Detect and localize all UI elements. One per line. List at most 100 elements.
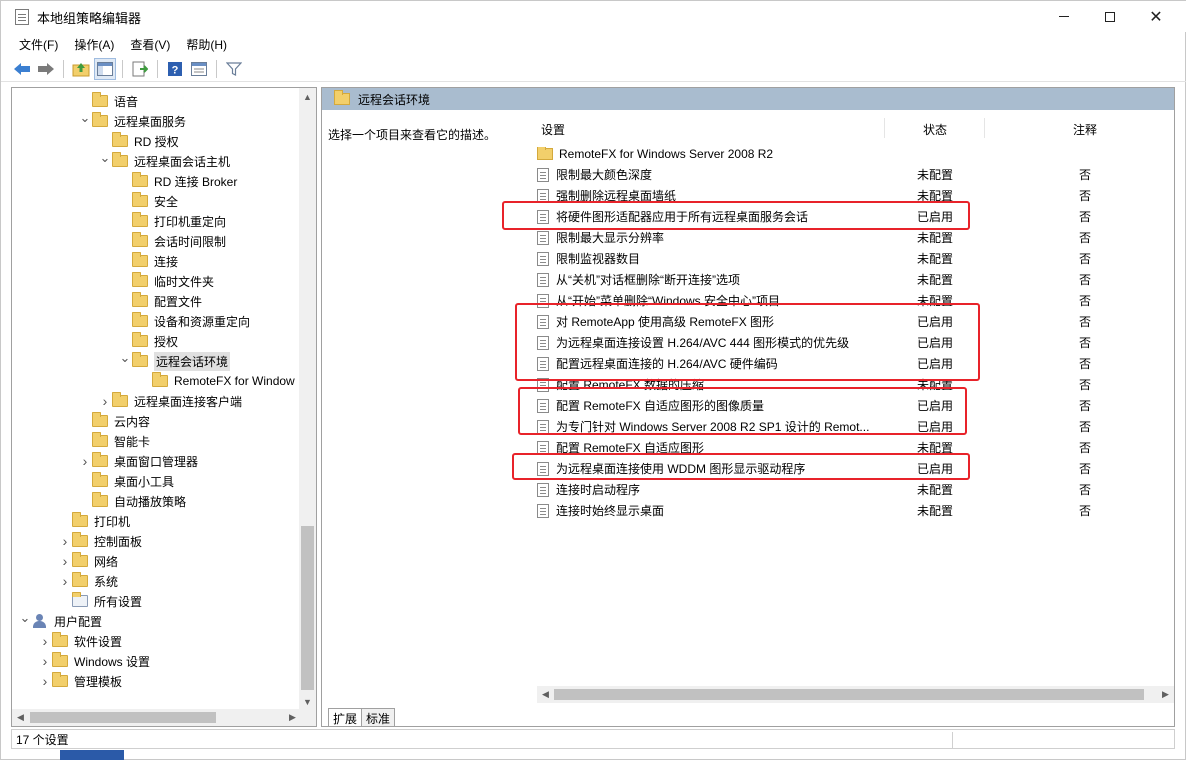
tree-pane[interactable]: ▲ ▼ ◀ ▶ 语音 ⌄ 远程桌面服务 RD 授权 ⌄ 远程桌面会话主机 RD 连接 Bro… bbox=[11, 87, 317, 727]
chevron-right-icon[interactable]: › bbox=[38, 673, 52, 689]
folder-icon bbox=[72, 532, 88, 547]
tree-item[interactable]: › Windows 设置 bbox=[38, 651, 150, 671]
setting-note: 否 bbox=[1079, 399, 1092, 413]
tree-item-label: 打印机重定向 bbox=[154, 214, 227, 229]
tree-item[interactable]: › 远程桌面连接客户端 bbox=[98, 391, 242, 411]
tree-item[interactable]: RD 连接 Broker bbox=[118, 171, 237, 191]
column-header-state[interactable]: 状态 bbox=[923, 121, 947, 138]
chevron-right-icon[interactable]: › bbox=[58, 533, 72, 549]
close-button[interactable]: ✕ bbox=[1133, 1, 1179, 32]
scroll-left-icon[interactable]: ◀ bbox=[537, 686, 554, 703]
chevron-right-icon[interactable]: › bbox=[38, 653, 52, 669]
tab-standard[interactable]: 标准 bbox=[361, 708, 396, 726]
tree-item[interactable]: ⌄ 远程桌面服务 bbox=[78, 110, 186, 131]
tree-item[interactable]: 智能卡 bbox=[78, 431, 150, 451]
tree-item-label: Windows 设置 bbox=[74, 654, 151, 669]
list-folder-row[interactable]: RemoteFX for Windows Server 2008 R2 bbox=[537, 143, 1167, 164]
menu-action[interactable]: 操作(A) bbox=[66, 33, 122, 54]
scroll-down-icon[interactable]: ▼ bbox=[299, 693, 316, 710]
back-button[interactable] bbox=[11, 58, 33, 80]
tree-item[interactable]: 云内容 bbox=[78, 411, 150, 431]
menu-file[interactable]: 文件(F) bbox=[11, 33, 66, 54]
description-text: 选择一个项目来查看它的描述。 bbox=[328, 128, 497, 142]
folder-icon bbox=[132, 252, 148, 267]
tree-item[interactable]: 会话时间限制 bbox=[118, 231, 226, 251]
tree-item[interactable]: 连接 bbox=[118, 251, 178, 271]
setting-row[interactable]: 连接时启动程序 未配置 否 bbox=[537, 479, 1167, 500]
maximize-button[interactable] bbox=[1087, 1, 1133, 32]
up-level-button[interactable] bbox=[70, 58, 92, 80]
chevron-down-icon[interactable]: ⌄ bbox=[18, 610, 32, 626]
help-button[interactable]: ? bbox=[164, 58, 186, 80]
tree-item[interactable]: 设备和资源重定向 bbox=[118, 311, 250, 331]
export-list-button[interactable] bbox=[129, 58, 151, 80]
setting-row[interactable]: 从“关机”对话框删除“断开连接”选项 未配置 否 bbox=[537, 269, 1167, 290]
tree-item[interactable]: RemoteFX for Window bbox=[138, 371, 295, 391]
scroll-left-icon[interactable]: ◀ bbox=[12, 709, 29, 726]
scroll-up-icon[interactable]: ▲ bbox=[299, 88, 316, 105]
tree-item[interactable]: ⌄ 远程会话环境 bbox=[118, 350, 231, 371]
setting-row[interactable]: 限制最大颜色深度 未配置 否 bbox=[537, 164, 1167, 185]
tree-item[interactable]: 语音 bbox=[78, 91, 138, 111]
tree-item[interactable]: › 软件设置 bbox=[38, 631, 122, 651]
chevron-right-icon[interactable]: › bbox=[58, 573, 72, 589]
chevron-down-icon[interactable]: ⌄ bbox=[78, 110, 92, 126]
tree-horizontal-scrollbar[interactable]: ◀ ▶ bbox=[12, 709, 301, 726]
chevron-right-icon[interactable]: › bbox=[98, 393, 112, 409]
setting-row[interactable]: 限制最大显示分辨率 未配置 否 bbox=[537, 227, 1167, 248]
tree-item[interactable]: 临时文件夹 bbox=[118, 271, 214, 291]
setting-row[interactable]: 连接时始终显示桌面 未配置 否 bbox=[537, 500, 1167, 521]
policy-setting-icon bbox=[537, 482, 549, 497]
tab-extended[interactable]: 扩展 bbox=[328, 708, 363, 726]
tree-item[interactable]: 授权 bbox=[118, 331, 178, 351]
tree-item[interactable]: 所有设置 bbox=[58, 591, 142, 611]
tree-item[interactable]: › 桌面窗口管理器 bbox=[78, 451, 198, 471]
tree-item-label: 智能卡 bbox=[114, 434, 151, 449]
tree-item[interactable]: RD 授权 bbox=[98, 131, 179, 151]
tree-item[interactable]: 安全 bbox=[118, 191, 178, 211]
scroll-thumb[interactable] bbox=[30, 712, 216, 723]
scroll-right-icon[interactable]: ▶ bbox=[1157, 686, 1174, 703]
menu-view[interactable]: 查看(V) bbox=[122, 33, 178, 54]
chevron-right-icon[interactable]: › bbox=[38, 633, 52, 649]
tree-item[interactable]: › 系统 bbox=[58, 571, 118, 591]
details-horizontal-scrollbar[interactable]: ◀ ▶ bbox=[537, 686, 1174, 703]
setting-state: 未配置 bbox=[917, 168, 954, 182]
tree-item[interactable]: 桌面小工具 bbox=[78, 471, 174, 491]
column-divider[interactable] bbox=[884, 118, 885, 138]
column-divider[interactable] bbox=[984, 118, 985, 138]
tree-item[interactable]: ⌄ 用户配置 bbox=[18, 610, 102, 631]
tree-item-label: 打印机 bbox=[94, 514, 131, 529]
chevron-right-icon[interactable]: › bbox=[78, 453, 92, 469]
tree-vertical-scrollbar[interactable]: ▲ ▼ bbox=[299, 88, 316, 710]
column-header-note[interactable]: 注释 bbox=[1073, 121, 1097, 138]
forward-button[interactable] bbox=[35, 58, 57, 80]
chevron-right-icon[interactable]: › bbox=[58, 553, 72, 569]
setting-row[interactable]: 限制监视器数目 未配置 否 bbox=[537, 248, 1167, 269]
tree-item[interactable]: ⌄ 远程桌面会话主机 bbox=[98, 150, 230, 171]
tree-item-label: 系统 bbox=[94, 574, 119, 589]
tree-item[interactable]: › 管理模板 bbox=[38, 671, 122, 691]
tree-item[interactable]: 配置文件 bbox=[118, 291, 202, 311]
tree-item[interactable]: 自动播放策略 bbox=[78, 491, 186, 511]
setting-label: 限制监视器数目 bbox=[556, 252, 641, 266]
setting-state: 未配置 bbox=[917, 504, 954, 518]
menu-help[interactable]: 帮助(H) bbox=[178, 33, 235, 54]
tree-item[interactable]: 打印机 bbox=[58, 511, 130, 531]
minimize-button[interactable] bbox=[1041, 1, 1087, 32]
column-header-setting[interactable]: 设置 bbox=[541, 121, 565, 138]
folder-icon bbox=[52, 632, 68, 647]
show-hide-tree-button[interactable] bbox=[94, 57, 116, 80]
filter-button[interactable] bbox=[223, 58, 245, 80]
tree-item[interactable]: 打印机重定向 bbox=[118, 211, 226, 231]
folder-icon bbox=[112, 392, 128, 407]
properties-button[interactable] bbox=[188, 58, 210, 80]
folder-icon bbox=[92, 432, 108, 447]
tree-item[interactable]: › 网络 bbox=[58, 551, 118, 571]
tree-item[interactable]: › 控制面板 bbox=[58, 531, 142, 551]
scroll-thumb[interactable] bbox=[301, 526, 314, 690]
scroll-thumb[interactable] bbox=[554, 689, 1144, 700]
chevron-down-icon[interactable]: ⌄ bbox=[118, 350, 132, 366]
folder-icon bbox=[537, 146, 553, 160]
chevron-down-icon[interactable]: ⌄ bbox=[98, 150, 112, 166]
